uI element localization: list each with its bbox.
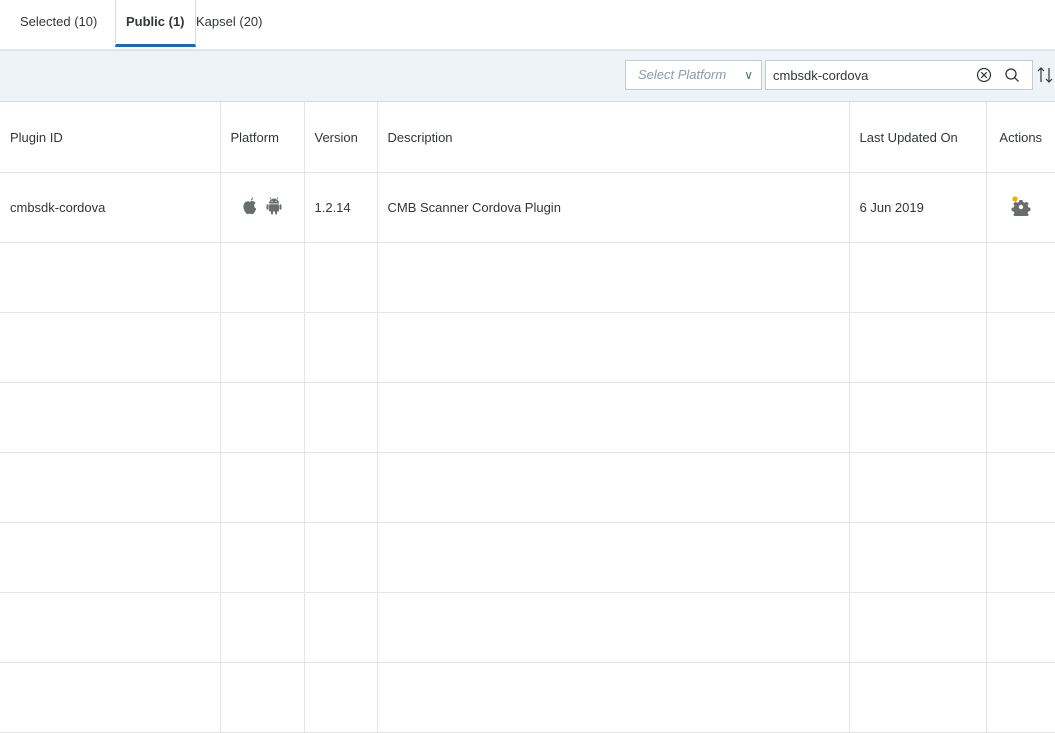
android-icon [266, 197, 282, 218]
apple-icon [242, 197, 258, 218]
description-cell: CMB Scanner Cordova Plugin [377, 172, 850, 243]
column-header-version[interactable]: Version [304, 102, 378, 173]
table-row[interactable]: cmbsdk-cordova 1.2.14 CMB Scanner Cordov… [0, 172, 1055, 243]
table-row-empty [0, 452, 1055, 523]
search-input[interactable] [773, 62, 973, 88]
table-row-empty [0, 522, 1055, 593]
search-icon[interactable] [1004, 67, 1020, 83]
column-header-plugin-id[interactable]: Plugin ID [0, 102, 221, 173]
gear-settings-icon[interactable] [1011, 196, 1031, 219]
clear-icon[interactable] [976, 67, 992, 83]
column-header-platform[interactable]: Platform [220, 102, 305, 173]
table-row-empty [0, 382, 1055, 453]
tab-bar: Selected (10) Public (1) Kapsel (20) [0, 0, 1055, 50]
plugin-id-cell: cmbsdk-cordova [0, 172, 221, 243]
platform-select[interactable]: Select Platform ∨ [625, 60, 762, 90]
table-toolbar: Select Platform ∨ [0, 50, 1055, 102]
chevron-down-icon: ∨ [744, 68, 753, 82]
actions-cell [986, 172, 1055, 243]
column-header-last-updated[interactable]: Last Updated On [849, 102, 987, 173]
table-header-row: Plugin ID Platform Version Description L… [0, 102, 1055, 173]
table-row-empty [0, 242, 1055, 313]
platform-cell [220, 172, 305, 243]
last-updated-cell: 6 Jun 2019 [849, 172, 987, 243]
table-row-empty [0, 592, 1055, 663]
tab-selected[interactable]: Selected (10) [20, 0, 97, 44]
version-cell: 1.2.14 [304, 172, 378, 243]
column-header-actions: Actions [986, 102, 1055, 173]
sort-icon[interactable] [1037, 65, 1053, 85]
table-row-empty [0, 312, 1055, 383]
tab-kapsel[interactable]: Kapsel (20) [196, 0, 262, 44]
column-header-description[interactable]: Description [377, 102, 850, 173]
search-field [765, 60, 1033, 90]
table-row-empty [0, 662, 1055, 733]
plugins-table: Plugin ID Platform Version Description L… [0, 102, 1055, 733]
platform-select-placeholder: Select Platform [638, 67, 727, 82]
tab-public[interactable]: Public (1) [115, 0, 196, 47]
